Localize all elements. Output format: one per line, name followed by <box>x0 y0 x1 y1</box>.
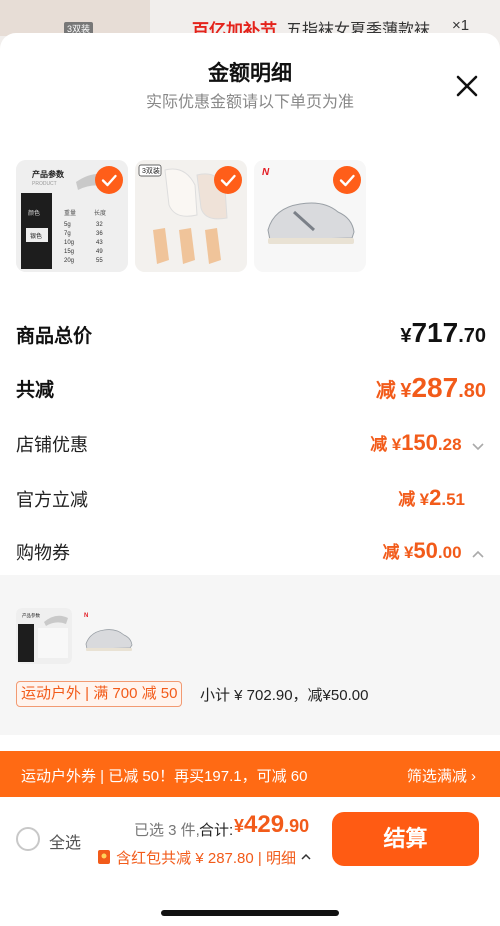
spec-weight-cell: 7g <box>64 231 71 237</box>
sheet-title: 金额明细 <box>208 62 292 85</box>
socks-pack-tag: 3双装 <box>142 166 160 175</box>
promo-chip: 运动户外 | 满 700 减 50 <box>16 681 183 707</box>
spec-col-length: 长度 <box>94 209 106 217</box>
mini-thumb-sneaker: N <box>80 608 136 664</box>
mini-thumb-spec: 产品参数 <box>16 608 72 664</box>
spec-weight-cell: 20g <box>64 258 74 264</box>
product-thumb-socks[interactable]: 3双装 <box>135 160 247 272</box>
spec-weight-cell: 10g <box>64 240 74 246</box>
goods-total-value: ¥717.70 <box>400 317 486 348</box>
red-packet-icon <box>98 850 110 864</box>
shopping-coupon-value: 减 ¥50.00 <box>383 538 487 564</box>
selected-check-icon[interactable] <box>333 166 361 194</box>
sheet-subtitle: 实际优惠金额请以下单页为准 <box>145 94 354 111</box>
total-amount: ¥429.90 <box>234 811 310 838</box>
checkout-bar: 全选 已选 3 件, 合计: ¥429.90 含红包共减 ¥ 287.80 | … <box>0 797 500 926</box>
background-quantity: ×1 <box>452 17 470 34</box>
spec-side-silver: 银色 <box>30 232 42 240</box>
selected-count: 已选 3 件, <box>134 822 200 839</box>
row-shopping-coupon[interactable]: 购物券 减 ¥50.00 <box>16 538 487 579</box>
selected-check-icon[interactable] <box>95 166 123 194</box>
close-icon[interactable] <box>450 69 484 103</box>
checkout-button[interactable]: 结算 <box>332 812 479 866</box>
total-reduction-value: 减 ¥287.80 <box>375 372 486 403</box>
row-store-discount[interactable]: 店铺优惠 减 ¥150.28 <box>16 430 486 471</box>
promo-banner: 运动户外券 | 已减 50！再买197.1，可减 60 筛选满减 › <box>0 751 500 797</box>
total-label: 合计: <box>199 822 234 839</box>
mini-spec-header: 产品参数 <box>22 612 40 619</box>
row-official-discount: 官方立减 减 ¥2.51 <box>16 485 486 526</box>
mini-brand-logo-icon: N <box>84 613 88 619</box>
brand-logo-icon: N <box>262 167 270 178</box>
promo-banner-text: 运动户外券 | 已减 50！再买197.1，可减 60 <box>21 768 308 785</box>
select-all-radio[interactable] <box>16 827 40 851</box>
chevron-down-icon[interactable] <box>470 438 486 454</box>
filter-discount-link[interactable]: 筛选满减 › <box>407 765 476 786</box>
chevron-up-icon[interactable] <box>470 546 486 562</box>
goods-total-label: 商品总价 <box>16 326 93 347</box>
spec-table-image: 产品参数 <box>16 608 72 664</box>
spec-length-cell: 55 <box>96 258 103 264</box>
spec-length-cell: 49 <box>96 249 103 255</box>
store-discount-label: 店铺优惠 <box>16 435 88 455</box>
select-all-label[interactable]: 全选 <box>49 829 81 853</box>
spec-length-cell: 43 <box>96 240 103 246</box>
product-thumb-sneaker[interactable]: N <box>254 160 366 272</box>
row-goods-total: 商品总价 ¥717.70 <box>16 317 486 361</box>
home-indicator <box>161 910 339 916</box>
store-discount-value: 减 ¥150.28 <box>370 430 486 456</box>
store-subtotal: 小计 ¥ 702.90，减¥50.00 <box>200 687 369 704</box>
official-discount-value: 减 ¥2.51 <box>398 485 465 510</box>
shopping-coupon-label: 购物券 <box>16 543 70 563</box>
total-reduction-label: 共减 <box>16 380 55 401</box>
selected-check-icon[interactable] <box>214 166 242 194</box>
spec-header-en: PRODUCT <box>32 181 57 187</box>
product-thumb-spec[interactable]: 产品参数 PRODUCT 颜色 银色 重量 长度 5g 32 7g 36 10g 43 15… <box>16 160 128 272</box>
sneaker-image: N <box>80 608 136 664</box>
spec-header: 产品参数 <box>32 169 65 179</box>
red-packet-detail[interactable]: 含红包共减 ¥ 287.80 | 明细 <box>96 847 312 868</box>
official-discount-label: 官方立减 <box>16 490 88 510</box>
chevron-up-icon <box>301 853 311 860</box>
row-total-reduction: 共减 减 ¥287.80 <box>16 372 486 415</box>
spec-length-cell: 36 <box>96 231 103 237</box>
spec-weight-cell: 5g <box>64 222 71 228</box>
spec-length-cell: 32 <box>96 222 103 228</box>
spec-col-weight: 重量 <box>64 209 76 217</box>
spec-side-color: 颜色 <box>28 209 40 217</box>
red-packet-text: 含红包共减 ¥ 287.80 | 明细 <box>116 850 296 867</box>
coupon-store-section: 产品参数 N 运动户外 | 满 700 减 50 小计 ¥ 702.90，减¥5… <box>0 575 500 735</box>
spec-weight-cell: 15g <box>64 249 74 255</box>
amount-detail-sheet: 金额明细 实际优惠金额请以下单页为准 产品参数 PRODUCT 颜色 银色 重量… <box>0 33 500 926</box>
